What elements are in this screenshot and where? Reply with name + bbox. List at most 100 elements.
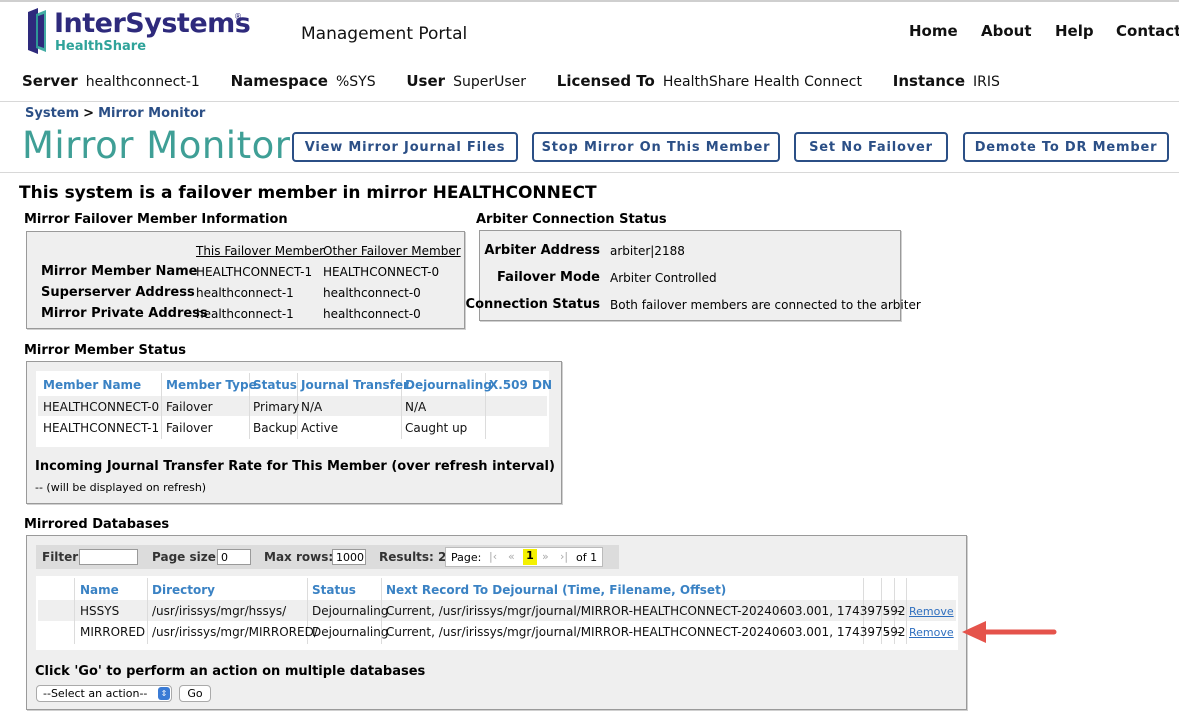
pager-label: Page:: [451, 551, 482, 564]
journal-transfer-cell: N/A: [301, 400, 323, 414]
col-journal-transfer[interactable]: Journal Transfer: [301, 378, 409, 392]
header-divider: [0, 101, 1179, 102]
user-label: User: [406, 72, 446, 90]
select-arrow-icon: ⇕: [158, 687, 170, 700]
db-extra-cell: -: [897, 625, 902, 639]
failover-info-panel: This Failover Member Other Failover Memb…: [26, 231, 465, 329]
row-label: Arbiter Address: [484, 243, 600, 258]
filter-input[interactable]: [79, 549, 138, 565]
col-status[interactable]: Status: [253, 378, 297, 392]
user-value: SuperUser: [453, 74, 526, 90]
db-next-record-cell: Current, /usr/irissys/mgr/journal/MIRROR…: [386, 604, 906, 618]
member-status-cell: Backup: [253, 421, 297, 435]
mirrored-databases-panel: Filter: Page size: 0 Max rows: 1000 Resu…: [26, 535, 967, 710]
db-status-cell: Dejournaling: [312, 604, 389, 618]
db-extra-cell: -: [869, 625, 874, 639]
col-this-member: This Failover Member: [196, 244, 325, 258]
journal-transfer-cell: Active: [301, 421, 339, 435]
breadcrumb-system-link[interactable]: System: [25, 106, 79, 121]
db-extra-cell: -: [897, 604, 902, 618]
mirrored-databases-table: Name Directory Status Next Record To Dej…: [36, 576, 958, 650]
member-type-cell: Failover: [166, 400, 213, 414]
action-select[interactable]: --Select an action-- ⇕: [36, 685, 172, 702]
multi-action-label: Click 'Go' to perform an action on multi…: [35, 664, 426, 679]
db-extra-cell: -: [885, 625, 890, 639]
col-member-type[interactable]: Member Type: [166, 378, 257, 392]
view-mirror-journal-files-button[interactable]: View Mirror Journal Files: [292, 132, 518, 162]
dejournaling-cell: Caught up: [405, 421, 468, 435]
member-type-cell: Failover: [166, 421, 213, 435]
db-name-cell: MIRRORED: [80, 625, 146, 639]
portal-title: Management Portal: [301, 24, 468, 44]
row-label: Failover Mode: [497, 270, 600, 285]
col-dejournaling[interactable]: Dejournaling: [405, 378, 492, 392]
col-x509-dn[interactable]: X.509 DN: [489, 378, 552, 392]
failover-info-title: Mirror Failover Member Information: [24, 212, 288, 227]
mirror-summary-heading: This system is a failover member in mirr…: [19, 183, 597, 203]
arbiter-status-title: Arbiter Connection Status: [476, 212, 667, 227]
breadcrumb: System > Mirror Monitor: [25, 106, 205, 121]
this-private-address: healthconnect-1: [196, 307, 294, 321]
arbiter-address-value: arbiter|2188: [610, 244, 685, 258]
this-member-name: HEALTHCONNECT-1: [196, 265, 313, 279]
server-value: healthconnect-1: [85, 74, 200, 90]
member-status-panel: Member Name Member Type Status Journal T…: [26, 361, 562, 504]
max-rows-label: Max rows:: [264, 550, 334, 564]
other-member-name: HEALTHCONNECT-0: [323, 265, 440, 279]
prev-page-icon[interactable]: «: [508, 550, 515, 563]
nav-help-link[interactable]: Help: [1055, 22, 1094, 40]
row-label: Superserver Address: [41, 285, 195, 300]
col-directory[interactable]: Directory: [152, 583, 215, 597]
col-name[interactable]: Name: [80, 583, 119, 597]
col-divider: [906, 578, 907, 644]
page-title: Mirror Monitor: [22, 124, 291, 167]
col-member-name[interactable]: Member Name: [43, 378, 141, 392]
page-count: of 1: [576, 551, 598, 564]
transfer-rate-value: -- (will be displayed on refresh): [35, 481, 207, 494]
breadcrumb-mirror-monitor-link[interactable]: Mirror Monitor: [98, 106, 205, 121]
annotation-arrow-icon: [962, 621, 1057, 643]
page-size-label: Page size:: [152, 550, 221, 564]
licensed-to-value: HealthShare Health Connect: [662, 74, 862, 90]
other-private-address: healthconnect-0: [323, 307, 421, 321]
dejournaling-cell: N/A: [405, 400, 427, 414]
db-extra-cell: -: [869, 604, 874, 618]
set-no-failover-button[interactable]: Set No Failover: [794, 132, 948, 162]
other-superserver-address: healthconnect-0: [323, 286, 421, 300]
nav-contact-link[interactable]: Contact: [1116, 22, 1179, 40]
col-divider: [74, 578, 75, 644]
member-name-cell: HEALTHCONNECT-0: [43, 400, 160, 414]
nav-about-link[interactable]: About: [981, 22, 1032, 40]
remove-link[interactable]: Remove: [909, 626, 954, 639]
col-next-record[interactable]: Next Record To Dejournal (Time, Filename…: [386, 583, 726, 597]
row-label: Mirror Private Address: [41, 306, 208, 321]
row-label: Connection Status: [465, 297, 600, 312]
page-size-input[interactable]: 0: [217, 549, 251, 565]
db-status-cell: Dejournaling: [312, 625, 389, 639]
logo-wordmark: InterSystems: [54, 8, 251, 39]
this-superserver-address: healthconnect-1: [196, 286, 294, 300]
intersystems-logo[interactable]: InterSystems ® HealthShare: [26, 6, 251, 58]
col-divider: [161, 373, 162, 439]
first-page-icon[interactable]: |‹: [489, 550, 497, 563]
remove-link[interactable]: Remove: [909, 605, 954, 618]
max-rows-input[interactable]: 1000: [332, 549, 366, 565]
next-page-icon[interactable]: »: [542, 550, 549, 563]
nav-home-link[interactable]: Home: [909, 22, 958, 40]
db-extra-cell: -: [885, 604, 890, 618]
failover-mode-value: Arbiter Controlled: [610, 271, 717, 285]
go-button[interactable]: Go: [179, 685, 211, 702]
col-divider: [147, 578, 148, 644]
current-page[interactable]: 1: [523, 549, 537, 565]
demote-to-dr-member-button[interactable]: Demote To DR Member: [963, 132, 1169, 162]
member-status-cell: Primary: [253, 400, 300, 414]
namespace-value: %SYS: [335, 74, 376, 90]
stop-mirror-button[interactable]: Stop Mirror On This Member: [532, 132, 780, 162]
col-status[interactable]: Status: [312, 583, 356, 597]
filter-label: Filter:: [42, 550, 84, 564]
server-label: Server: [22, 72, 78, 90]
logo-registered-mark: ®: [234, 12, 242, 21]
last-page-icon[interactable]: ›|: [560, 550, 568, 563]
logo-product-name: HealthShare: [55, 39, 147, 54]
licensed-to-label: Licensed To: [556, 72, 655, 90]
